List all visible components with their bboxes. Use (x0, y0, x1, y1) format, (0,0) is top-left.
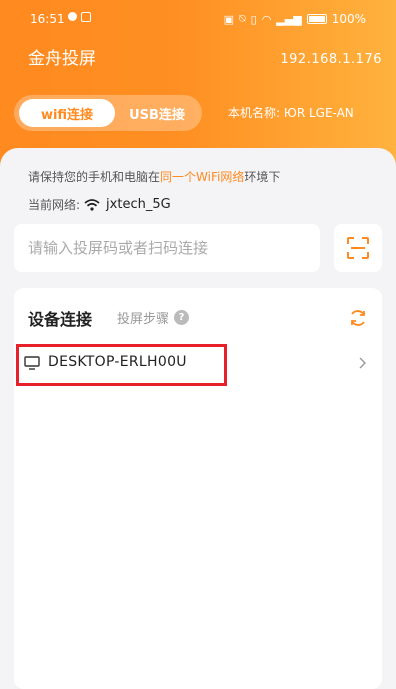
content-sheet: 请保持您的手机和电脑在同一个WiFi网络环境下 当前网络: jxtech_5G … (0, 148, 396, 689)
wifi-icon (84, 198, 100, 211)
network-tip: 请保持您的手机和电脑在同一个WiFi网络环境下 (28, 168, 280, 185)
help-icon: ? (174, 310, 190, 325)
scan-button[interactable] (334, 224, 382, 272)
refresh-icon[interactable] (348, 308, 368, 328)
vibrate-icon: ▯ (250, 12, 257, 26)
heart-notification-icon (68, 12, 77, 21)
cast-steps-link[interactable]: 投屏步骤 ? (117, 308, 190, 327)
network-label: 当前网络: (28, 198, 81, 212)
battery-icon (306, 14, 327, 24)
signal-icon: ▂▄▆ (276, 12, 302, 26)
mail-notification-icon (81, 12, 91, 22)
screen: 16:51 ▣ ⍉ ▯ ◠ ▂▄▆ 100% 金舟投屏 192.168.1.17… (0, 0, 396, 689)
device-name-label: DESKTOP-ERLH00U (48, 354, 187, 370)
network-ssid: jxtech_5G (106, 197, 171, 212)
wifi-status-icon: ◠ (261, 12, 272, 26)
battery-level: 100% (331, 12, 366, 26)
status-bar: 16:51 ▣ ⍉ ▯ ◠ ▂▄▆ 100% (0, 8, 396, 32)
tab-usb[interactable]: USB连接 (117, 99, 197, 127)
connection-tabs: wifi连接 USB连接 (14, 95, 202, 131)
current-network: 当前网络: jxtech_5G (28, 196, 171, 213)
nfc-icon: ▣ (223, 12, 235, 26)
monitor-icon (24, 356, 40, 370)
tip-highlight: 同一个WiFi网络 (160, 170, 245, 184)
device-list-item[interactable]: DESKTOP-ERLH00U (14, 344, 382, 386)
tab-wifi[interactable]: wifi连接 (19, 99, 115, 127)
device-card: 设备连接 投屏步骤 ? DESKTOP-ERLH00U (14, 288, 382, 689)
status-right: ▣ ⍉ ▯ ◠ ▂▄▆ 100% (224, 12, 366, 26)
local-device-name: 本机名称: ЮR LGE-AN (228, 106, 354, 120)
scan-icon (347, 237, 369, 259)
cast-code-input[interactable] (14, 224, 320, 272)
tip-suffix: 环境下 (244, 170, 281, 184)
mute-icon: ⍉ (239, 12, 246, 25)
ip-address: 192.168.1.176 (280, 52, 382, 67)
chevron-right-icon (359, 357, 366, 369)
cast-steps-label: 投屏步骤 (117, 312, 170, 327)
notification-icons (68, 12, 91, 22)
tip-prefix: 请保持您的手机和电脑在 (28, 170, 161, 184)
status-time: 16:51 (30, 12, 65, 26)
device-section-title: 设备连接 (28, 310, 93, 329)
app-title: 金舟投屏 (28, 49, 96, 69)
